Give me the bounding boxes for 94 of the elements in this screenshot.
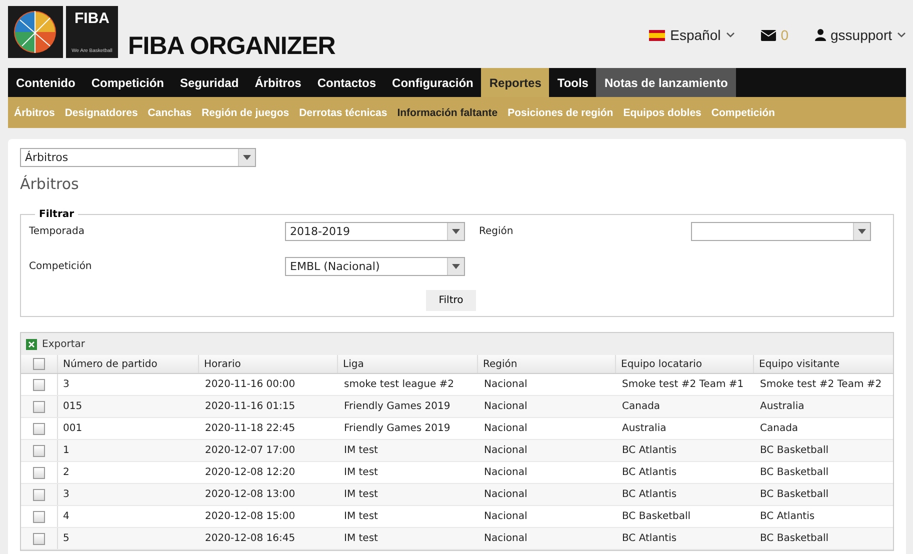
- table-cell-text: Nacional: [483, 488, 528, 502]
- table-cell-text: 5: [62, 532, 70, 546]
- table-cell-text: 3: [62, 488, 70, 502]
- table-cell-text: Australia: [621, 422, 668, 436]
- table-cell-text: Friendly Games 2019: [343, 422, 452, 436]
- select-all-checkbox[interactable]: [33, 358, 45, 370]
- language-menu[interactable]: Español: [649, 27, 735, 43]
- row-checkbox[interactable]: [33, 400, 45, 412]
- row-checkbox[interactable]: [33, 422, 45, 434]
- table-cell-text: smoke test league #2: [343, 378, 456, 392]
- table-cell-text: Canada: [621, 400, 662, 414]
- table-cell-text: Smoke test #2 Team #2: [759, 378, 883, 392]
- table-cell-text: Nacional: [483, 400, 528, 414]
- nav-tab[interactable]: Contenido: [8, 68, 84, 97]
- row-checkbox[interactable]: [33, 466, 45, 478]
- table-cell-text: IM test: [343, 444, 379, 458]
- table-cell-text: BC Atlantis: [621, 532, 678, 546]
- select-field[interactable]: EMBL (Nacional): [285, 257, 465, 276]
- table-cell-text: Canada: [759, 422, 800, 436]
- table-cell-text: 2020-12-08 13:00: [204, 488, 296, 502]
- subnav-tab[interactable]: Información faltante: [392, 106, 503, 118]
- table-cell-text: Nacional: [483, 532, 528, 546]
- column-header[interactable]: Horario: [198, 355, 337, 373]
- mail-icon: [760, 30, 776, 40]
- row-checkbox[interactable]: [33, 510, 45, 522]
- table-cell-text: 2020-11-16 00:00: [204, 378, 296, 392]
- column-header[interactable]: Región: [477, 355, 615, 373]
- nav-tab[interactable]: Reportes: [481, 68, 550, 97]
- table-cell-text: Australia: [759, 400, 806, 414]
- table-cell-text: IM test: [343, 466, 379, 480]
- column-header[interactable]: Equipo locatario: [615, 355, 753, 373]
- nav-tab[interactable]: Árbitros: [246, 68, 310, 97]
- user-menu[interactable]: gssupport: [814, 27, 906, 43]
- caret-icon[interactable]: [897, 32, 906, 38]
- caret-icon[interactable]: [726, 32, 735, 38]
- filter-legend: Filtrar: [35, 209, 78, 220]
- table-cell-text: Nacional: [483, 466, 528, 480]
- table-cell-text: BC Basketball: [759, 488, 830, 502]
- nav-tab[interactable]: Contactos: [309, 68, 384, 97]
- row-checkbox[interactable]: [33, 444, 45, 456]
- nav-tab[interactable]: Configuración: [384, 68, 482, 97]
- table-cell-text: Nacional: [483, 444, 528, 458]
- table-cell-text: BC Basketball: [759, 466, 830, 480]
- table-cell-text: 2020-12-08 16:45: [204, 532, 296, 546]
- table-cell-text: 2: [62, 466, 70, 480]
- table-cell-text: 4: [62, 510, 70, 524]
- table-cell-text: IM test: [343, 532, 379, 546]
- table-cell-text: Nacional: [483, 378, 528, 392]
- table-cell-text: BC Basketball: [759, 444, 830, 458]
- table-cell-text: BC Basketball: [759, 532, 830, 546]
- table-cell-text: 2020-11-18 22:45: [204, 422, 296, 436]
- app-title: FIBA ORGANIZER: [128, 32, 336, 61]
- column-header[interactable]: Liga: [337, 355, 477, 373]
- field-label: Región: [479, 226, 514, 237]
- nav-tab[interactable]: Seguridad: [172, 68, 247, 97]
- column-header[interactable]: Número de partido: [58, 355, 198, 373]
- table-cell-text: 2020-12-07 17:00: [204, 444, 296, 458]
- page-heading: Árbitros: [20, 175, 80, 193]
- row-checkbox[interactable]: [33, 532, 45, 544]
- table-cell-text: BC Atlantis: [621, 466, 678, 480]
- spreadsheet-icon: [26, 338, 37, 350]
- table-cell-text: 001: [62, 422, 84, 436]
- table-cell-text: Nacional: [483, 422, 528, 436]
- nav-tab[interactable]: Tools: [549, 68, 596, 97]
- table-cell-text: IM test: [343, 488, 379, 502]
- row-checkbox[interactable]: [33, 488, 45, 500]
- nav-tab[interactable]: Competición: [83, 68, 172, 97]
- select-field[interactable]: [691, 222, 871, 241]
- flag-icon: [649, 30, 666, 40]
- user-icon: [814, 29, 826, 41]
- table-cell-text: 015: [62, 400, 84, 414]
- table-cell-text: 1: [62, 444, 70, 458]
- export-button[interactable]: Exportar: [42, 338, 85, 350]
- table-cell-text: IM test: [343, 510, 379, 524]
- table-cell-text: Friendly Games 2019: [343, 400, 452, 414]
- select-field[interactable]: 2018-2019: [285, 222, 465, 241]
- nav-tab[interactable]: Notas de lanzamiento: [596, 68, 736, 97]
- report-select[interactable]: Árbitros: [20, 148, 256, 167]
- basketball-logo-icon: [8, 6, 63, 58]
- field-label: Temporada: [29, 226, 84, 237]
- table-cell-text: 2020-12-08 15:00: [204, 510, 296, 524]
- table-cell-text: 3: [62, 378, 70, 392]
- table-cell-text: 2020-11-16 01:15: [204, 400, 296, 414]
- filter-button[interactable]: Filtro: [426, 290, 476, 311]
- table-cell-text: BC Basketball: [621, 510, 692, 524]
- row-checkbox[interactable]: [33, 378, 45, 390]
- field-label: Competición: [29, 261, 92, 272]
- table-cell-text: BC Atlantis: [621, 488, 678, 502]
- table-cell-text: BC Atlantis: [759, 510, 816, 524]
- table-cell-text: Nacional: [483, 510, 528, 524]
- column-header[interactable]: Equipo visitante: [753, 355, 892, 373]
- table-cell-text: BC Atlantis: [621, 444, 678, 458]
- table-cell-text: Smoke test #2 Team #1: [621, 378, 745, 392]
- table-cell-text: 2020-12-08 12:20: [204, 466, 296, 480]
